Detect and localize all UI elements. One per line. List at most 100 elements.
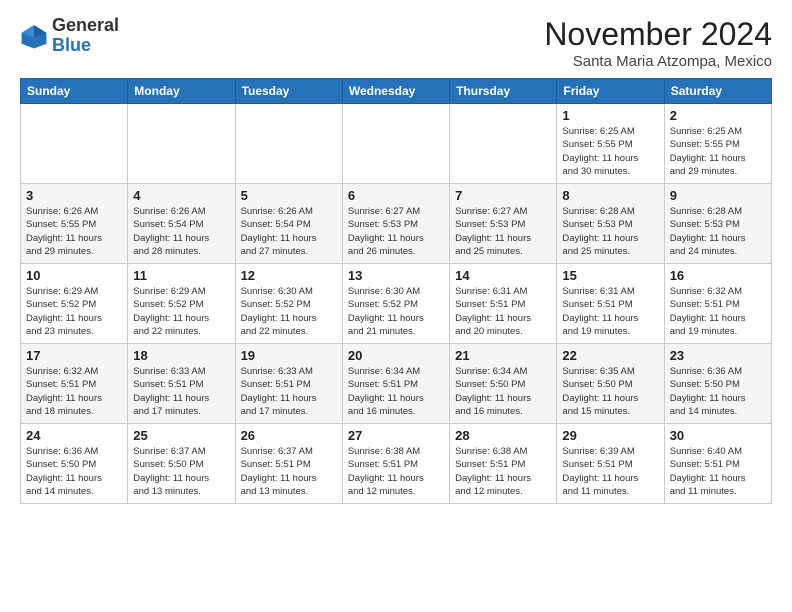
day-number: 23 bbox=[670, 348, 766, 363]
day-cell-22: 22Sunrise: 6:35 AM Sunset: 5:50 PM Dayli… bbox=[557, 344, 664, 424]
day-info: Sunrise: 6:28 AM Sunset: 5:53 PM Dayligh… bbox=[562, 205, 658, 258]
day-info: Sunrise: 6:34 AM Sunset: 5:51 PM Dayligh… bbox=[348, 365, 444, 418]
week-row-4: 17 Sunrise: 6:32 AM Sunset: 5:51 PM Dayli… bbox=[21, 344, 772, 424]
day-number: 26 bbox=[241, 428, 337, 443]
day-info: Sunrise: 6:30 AM Sunset: 5:52 PM Dayligh… bbox=[348, 285, 444, 338]
day-cell-4: 4Sunrise: 6:26 AM Sunset: 5:54 PM Daylig… bbox=[128, 184, 235, 264]
day-number: 14 bbox=[455, 268, 551, 283]
calendar: SundayMondayTuesdayWednesdayThursdayFrid… bbox=[20, 78, 772, 504]
day-number: 15 bbox=[562, 268, 658, 283]
day-number: 13 bbox=[348, 268, 444, 283]
day-number: 4 bbox=[133, 188, 229, 203]
empty-cell bbox=[342, 104, 449, 184]
day-info: Sunrise: 6:40 AM Sunset: 5:51 PM Dayligh… bbox=[670, 445, 766, 498]
day-number: 7 bbox=[455, 188, 551, 203]
day-number: 5 bbox=[241, 188, 337, 203]
weekday-header-monday: Monday bbox=[128, 79, 235, 104]
day-cell-3: 3 Sunrise: 6:26 AM Sunset: 5:55 PM Daylig… bbox=[21, 184, 128, 264]
day-cell-8: 8Sunrise: 6:28 AM Sunset: 5:53 PM Daylig… bbox=[557, 184, 664, 264]
day-cell-14: 14 Sunrise: 6:31 AM Sunset: 5:51 PM Dayli… bbox=[450, 264, 557, 344]
page: General Blue November 2024 Santa Maria A… bbox=[0, 0, 792, 520]
day-cell-20: 20 Sunrise: 6:34 AM Sunset: 5:51 PM Dayli… bbox=[342, 344, 449, 424]
day-info: Sunrise: 6:34 AM Sunset: 5:50 PM Dayligh… bbox=[455, 365, 551, 418]
day-info: Sunrise: 6:38 AM Sunset: 5:51 PM Dayligh… bbox=[348, 445, 444, 498]
month-title: November 2024 bbox=[544, 16, 772, 53]
day-cell-26: 26 Sunrise: 6:37 AM Sunset: 5:51 PM Dayli… bbox=[235, 424, 342, 504]
day-info: Sunrise: 6:32 AM Sunset: 5:51 PM Dayligh… bbox=[26, 365, 122, 418]
day-cell-11: 11 Sunrise: 6:29 AM Sunset: 5:52 PM Dayli… bbox=[128, 264, 235, 344]
day-number: 20 bbox=[348, 348, 444, 363]
weekday-header-sunday: Sunday bbox=[21, 79, 128, 104]
day-info: Sunrise: 6:37 AM Sunset: 5:50 PM Dayligh… bbox=[133, 445, 229, 498]
day-info: Sunrise: 6:25 AM Sunset: 5:55 PM Dayligh… bbox=[670, 125, 766, 178]
day-number: 19 bbox=[241, 348, 337, 363]
day-cell-12: 12Sunrise: 6:30 AM Sunset: 5:52 PM Dayli… bbox=[235, 264, 342, 344]
day-info: Sunrise: 6:33 AM Sunset: 5:51 PM Dayligh… bbox=[241, 365, 337, 418]
day-info: Sunrise: 6:26 AM Sunset: 5:55 PM Dayligh… bbox=[26, 205, 122, 258]
day-info: Sunrise: 6:32 AM Sunset: 5:51 PM Dayligh… bbox=[670, 285, 766, 338]
day-number: 17 bbox=[26, 348, 122, 363]
day-cell-24: 24Sunrise: 6:36 AM Sunset: 5:50 PM Dayli… bbox=[21, 424, 128, 504]
weekday-header-row: SundayMondayTuesdayWednesdayThursdayFrid… bbox=[21, 79, 772, 104]
location: Santa Maria Atzompa, Mexico bbox=[544, 53, 772, 70]
day-info: Sunrise: 6:36 AM Sunset: 5:50 PM Dayligh… bbox=[670, 365, 766, 418]
week-row-5: 24Sunrise: 6:36 AM Sunset: 5:50 PM Dayli… bbox=[21, 424, 772, 504]
week-row-1: 1 Sunrise: 6:25 AM Sunset: 5:55 PM Daylig… bbox=[21, 104, 772, 184]
day-cell-18: 18Sunrise: 6:33 AM Sunset: 5:51 PM Dayli… bbox=[128, 344, 235, 424]
header: General Blue November 2024 Santa Maria A… bbox=[20, 16, 772, 70]
weekday-header-saturday: Saturday bbox=[664, 79, 771, 104]
day-info: Sunrise: 6:37 AM Sunset: 5:51 PM Dayligh… bbox=[241, 445, 337, 498]
day-number: 18 bbox=[133, 348, 229, 363]
day-cell-2: 2 Sunrise: 6:25 AM Sunset: 5:55 PM Daylig… bbox=[664, 104, 771, 184]
day-number: 29 bbox=[562, 428, 658, 443]
day-cell-21: 21 Sunrise: 6:34 AM Sunset: 5:50 PM Dayli… bbox=[450, 344, 557, 424]
day-cell-15: 15 Sunrise: 6:31 AM Sunset: 5:51 PM Dayli… bbox=[557, 264, 664, 344]
day-number: 10 bbox=[26, 268, 122, 283]
day-number: 30 bbox=[670, 428, 766, 443]
day-number: 25 bbox=[133, 428, 229, 443]
empty-cell bbox=[128, 104, 235, 184]
weekday-header-thursday: Thursday bbox=[450, 79, 557, 104]
weekday-header-friday: Friday bbox=[557, 79, 664, 104]
day-cell-6: 6Sunrise: 6:27 AM Sunset: 5:53 PM Daylig… bbox=[342, 184, 449, 264]
weekday-header-wednesday: Wednesday bbox=[342, 79, 449, 104]
day-number: 1 bbox=[562, 108, 658, 123]
day-info: Sunrise: 6:36 AM Sunset: 5:50 PM Dayligh… bbox=[26, 445, 122, 498]
empty-cell bbox=[450, 104, 557, 184]
day-cell-5: 5 Sunrise: 6:26 AM Sunset: 5:54 PM Daylig… bbox=[235, 184, 342, 264]
day-info: Sunrise: 6:25 AM Sunset: 5:55 PM Dayligh… bbox=[562, 125, 658, 178]
day-number: 6 bbox=[348, 188, 444, 203]
week-row-2: 3 Sunrise: 6:26 AM Sunset: 5:55 PM Daylig… bbox=[21, 184, 772, 264]
day-info: Sunrise: 6:26 AM Sunset: 5:54 PM Dayligh… bbox=[241, 205, 337, 258]
day-cell-7: 7 Sunrise: 6:27 AM Sunset: 5:53 PM Daylig… bbox=[450, 184, 557, 264]
day-cell-19: 19 Sunrise: 6:33 AM Sunset: 5:51 PM Dayli… bbox=[235, 344, 342, 424]
day-info: Sunrise: 6:30 AM Sunset: 5:52 PM Dayligh… bbox=[241, 285, 337, 338]
day-info: Sunrise: 6:39 AM Sunset: 5:51 PM Dayligh… bbox=[562, 445, 658, 498]
day-number: 11 bbox=[133, 268, 229, 283]
day-number: 2 bbox=[670, 108, 766, 123]
day-number: 27 bbox=[348, 428, 444, 443]
logo-icon bbox=[20, 22, 48, 50]
week-row-3: 10 Sunrise: 6:29 AM Sunset: 5:52 PM Dayli… bbox=[21, 264, 772, 344]
day-cell-10: 10Sunrise: 6:29 AM Sunset: 5:52 PM Dayli… bbox=[21, 264, 128, 344]
day-info: Sunrise: 6:31 AM Sunset: 5:51 PM Dayligh… bbox=[455, 285, 551, 338]
day-cell-30: 30 Sunrise: 6:40 AM Sunset: 5:51 PM Dayli… bbox=[664, 424, 771, 504]
day-info: Sunrise: 6:35 AM Sunset: 5:50 PM Dayligh… bbox=[562, 365, 658, 418]
day-number: 3 bbox=[26, 188, 122, 203]
day-number: 21 bbox=[455, 348, 551, 363]
logo: General Blue bbox=[20, 16, 119, 56]
day-info: Sunrise: 6:28 AM Sunset: 5:53 PM Dayligh… bbox=[670, 205, 766, 258]
day-cell-29: 29 Sunrise: 6:39 AM Sunset: 5:51 PM Dayli… bbox=[557, 424, 664, 504]
day-cell-9: 9Sunrise: 6:28 AM Sunset: 5:53 PM Daylig… bbox=[664, 184, 771, 264]
logo-blue-text: Blue bbox=[52, 35, 91, 55]
day-info: Sunrise: 6:27 AM Sunset: 5:53 PM Dayligh… bbox=[455, 205, 551, 258]
empty-cell bbox=[235, 104, 342, 184]
day-info: Sunrise: 6:29 AM Sunset: 5:52 PM Dayligh… bbox=[133, 285, 229, 338]
day-cell-28: 28Sunrise: 6:38 AM Sunset: 5:51 PM Dayli… bbox=[450, 424, 557, 504]
empty-cell bbox=[21, 104, 128, 184]
day-info: Sunrise: 6:31 AM Sunset: 5:51 PM Dayligh… bbox=[562, 285, 658, 338]
day-info: Sunrise: 6:38 AM Sunset: 5:51 PM Dayligh… bbox=[455, 445, 551, 498]
day-cell-23: 23 Sunrise: 6:36 AM Sunset: 5:50 PM Dayli… bbox=[664, 344, 771, 424]
day-cell-1: 1 Sunrise: 6:25 AM Sunset: 5:55 PM Daylig… bbox=[557, 104, 664, 184]
day-number: 16 bbox=[670, 268, 766, 283]
